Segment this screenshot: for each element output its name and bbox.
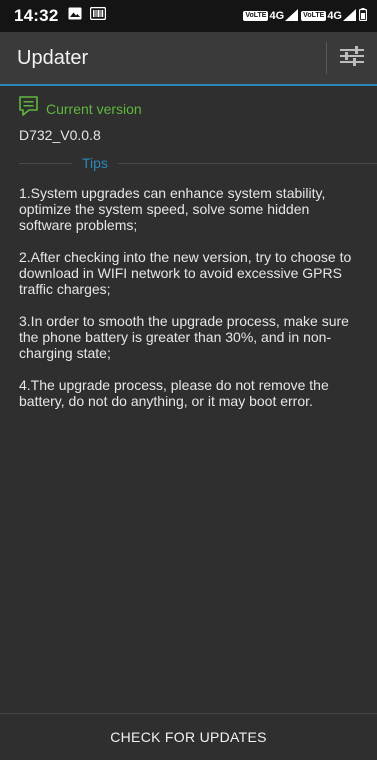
tip-item: 1.System upgrades can enhance system sta… [19, 185, 326, 233]
signal-icon [343, 8, 356, 24]
sim2-network-type: 4G [327, 10, 342, 22]
sim2-network: VoLTE 4G [301, 8, 356, 24]
battery-icon [358, 8, 368, 24]
status-indicators: VoLTE 4G VoLTE 4G [243, 8, 368, 24]
status-bar: 14:32 VoLTE 4G VoLTE 4G [0, 0, 377, 32]
volte-badge: VoLTE [301, 11, 327, 21]
divider-line [19, 162, 72, 164]
image-icon [68, 7, 82, 25]
sim1-network-type: 4G [269, 10, 285, 22]
signal-icon [285, 8, 299, 24]
tip-item: 3.In order to smooth the upgrade process… [19, 313, 349, 361]
divider-line [117, 162, 377, 164]
app-bar: Updater [0, 32, 377, 86]
sim1-network: VoLTE 4G [243, 8, 299, 24]
tips-divider: Tips [0, 155, 377, 171]
current-version-value: D732_V0.0.8 [19, 127, 101, 143]
barcode-icon [90, 6, 107, 25]
tips-list: 1.System upgrades can enhance system sta… [0, 185, 377, 409]
current-version-label: Current version [46, 101, 142, 117]
current-version-header: Current version [0, 96, 377, 122]
app-title: Updater [17, 46, 89, 69]
tip-item: 2.After checking into the new version, t… [19, 249, 352, 297]
status-time: 14:32 [14, 6, 59, 25]
check-for-updates-button[interactable]: CHECK FOR UPDATES [0, 713, 377, 760]
settings-button[interactable] [337, 43, 367, 73]
main-content: Current version D732_V0.0.8 Tips 1.Syste… [0, 86, 377, 425]
tips-label: Tips [82, 155, 108, 171]
tip-item: 4.The upgrade process, please do not rem… [19, 377, 329, 409]
volte-badge: VoLTE [243, 11, 269, 21]
message-icon [19, 96, 38, 122]
app-bar-divider [326, 42, 327, 74]
sliders-icon [340, 45, 364, 71]
